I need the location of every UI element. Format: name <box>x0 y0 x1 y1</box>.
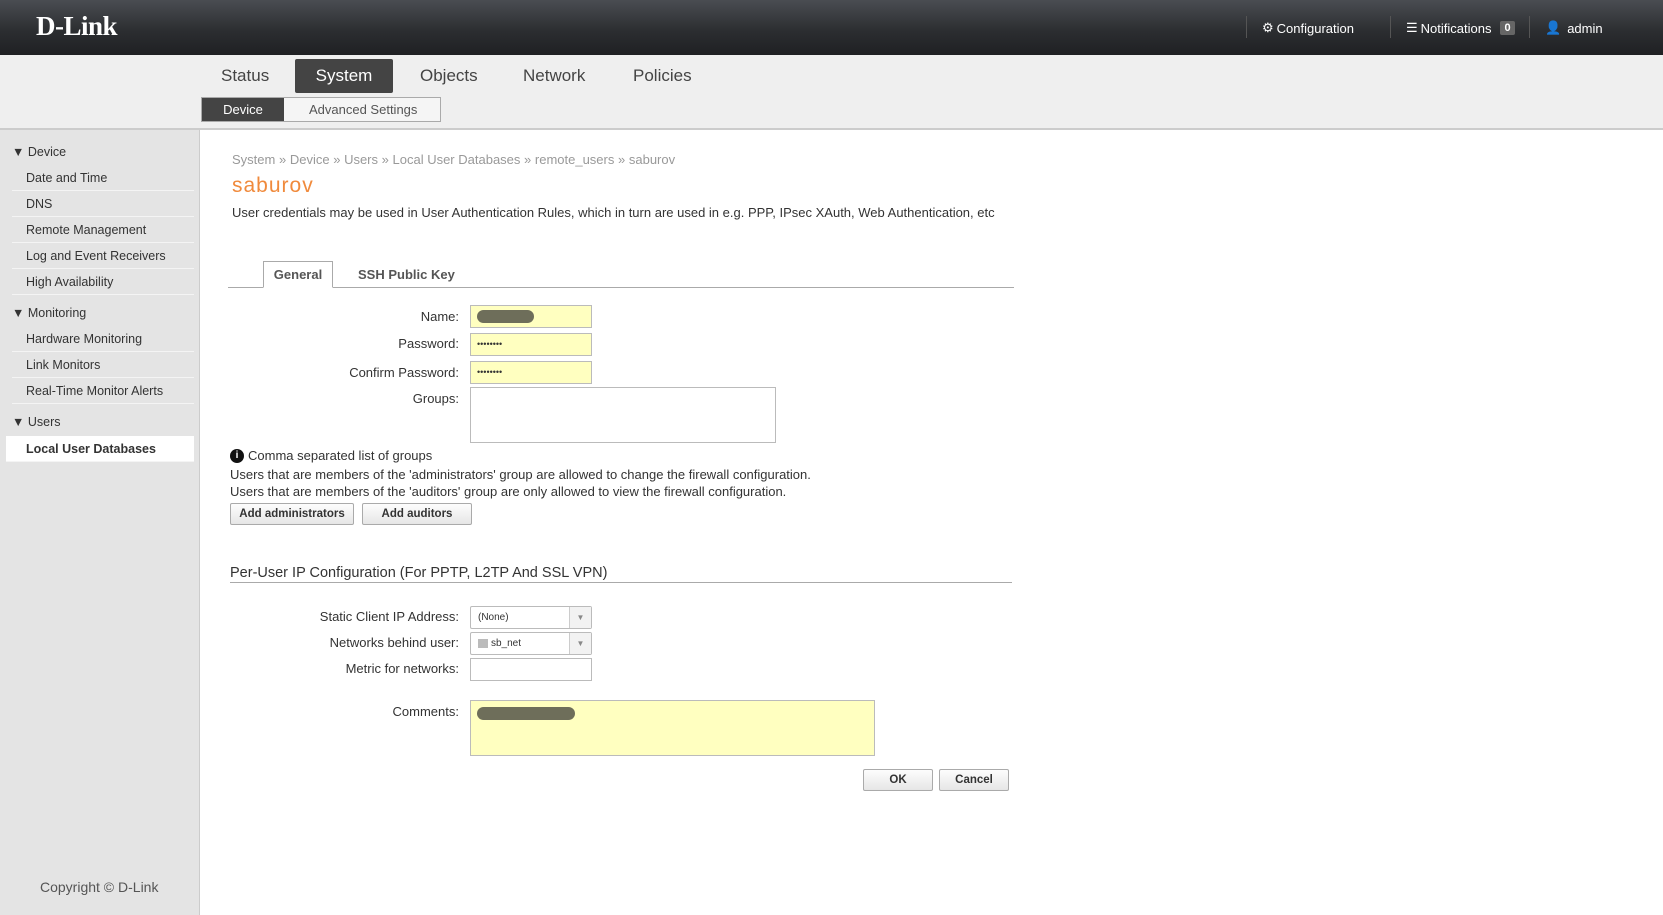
user-label: admin <box>1567 20 1603 36</box>
help-auditors: Users that are members of the 'auditors'… <box>230 484 787 499</box>
subtab-advanced-settings[interactable]: Advanced Settings <box>284 98 427 121</box>
password-label: Password: <box>398 336 459 351</box>
crumb-users[interactable]: Users <box>344 152 378 167</box>
page-description: User credentials may be used in User Aut… <box>232 205 995 220</box>
notifications-link[interactable]: ☰ Notifications 0 <box>1406 20 1515 36</box>
notification-count: 0 <box>1500 21 1515 35</box>
crumb-local-user-db[interactable]: Local User Databases <box>393 152 521 167</box>
sidebar-item-local-user-databases[interactable]: Local User Databases <box>6 436 194 462</box>
sidebar-item-log-receivers[interactable]: Log and Event Receivers <box>12 243 194 269</box>
networks-value: sb_net <box>491 638 522 649</box>
notifications-label: Notifications <box>1420 20 1492 36</box>
page-title: saburov <box>232 174 314 197</box>
tab-general[interactable]: General <box>263 261 333 288</box>
user-menu[interactable]: 👤 admin <box>1545 20 1603 36</box>
user-icon: 👤 <box>1545 20 1562 35</box>
add-auditors-button[interactable]: Add auditors <box>362 503 472 525</box>
info-text: Comma separated list of groups <box>248 448 433 463</box>
add-administrators-button[interactable]: Add administrators <box>230 503 354 525</box>
static-ip-value: (None) <box>478 612 509 623</box>
comments-textarea[interactable] <box>470 700 875 756</box>
network-object-icon <box>478 638 488 648</box>
dlink-logo: D-Link <box>36 11 118 41</box>
name-input[interactable] <box>470 305 592 328</box>
sidebar-item-monitor-alerts[interactable]: Real-Time Monitor Alerts <box>12 378 194 404</box>
configuration-link[interactable]: ⚙ Configuration <box>1262 20 1354 36</box>
section-heading: Per-User IP Configuration (For PPTP, L2T… <box>230 565 608 581</box>
sidebar-item-date-time[interactable]: Date and Time <box>12 165 194 191</box>
tab-status[interactable]: Status <box>201 59 289 93</box>
static-ip-label: Static Client IP Address: <box>319 609 459 624</box>
confirm-password-input[interactable]: •••••••• <box>470 361 592 384</box>
chevron-down-icon: ▼ <box>569 633 591 654</box>
sidebar-item-high-availability[interactable]: High Availability <box>12 269 194 295</box>
metric-input[interactable] <box>470 658 592 681</box>
sidebar-item-link-monitors[interactable]: Link Monitors <box>12 352 194 378</box>
tab-objects[interactable]: Objects <box>400 59 498 93</box>
redacted-comment <box>477 707 575 721</box>
groups-textarea[interactable] <box>470 387 776 443</box>
sidebar-item-hardware-monitoring[interactable]: Hardware Monitoring <box>12 326 194 352</box>
sub-tabs: Device Advanced Settings <box>201 97 441 122</box>
subtab-device[interactable]: Device <box>202 98 284 121</box>
crumb-saburov: saburov <box>628 152 676 167</box>
crumb-device[interactable]: Device <box>290 152 330 167</box>
metric-label: Metric for networks: <box>345 661 459 676</box>
sidebar-item-dns[interactable]: DNS <box>12 191 194 217</box>
help-administrators: Users that are members of the 'administr… <box>230 467 811 482</box>
breadcrumb: System » Device » Users » Local User Dat… <box>232 152 676 167</box>
list-icon: ☰ <box>1406 20 1418 35</box>
networks-select[interactable]: sb_net ▼ <box>470 632 592 655</box>
tab-system[interactable]: System <box>295 59 393 93</box>
static-ip-select[interactable]: (None) ▼ <box>470 606 592 629</box>
copyright: Copyright © D-Link <box>40 879 159 895</box>
confirm-password-label: Confirm Password: <box>349 365 459 380</box>
ok-button[interactable]: OK <box>863 769 933 791</box>
groups-info: i Comma separated list of groups <box>230 448 432 463</box>
gear-icon: ⚙ <box>1262 20 1274 35</box>
name-label: Name: <box>420 309 459 324</box>
sidebar-item-remote-management[interactable]: Remote Management <box>12 217 194 243</box>
networks-label: Networks behind user: <box>329 635 459 650</box>
sidebar-group-users[interactable]: ▼ Users <box>12 415 61 429</box>
password-input[interactable]: •••••••• <box>470 333 592 356</box>
crumb-system[interactable]: System <box>232 152 275 167</box>
tab-policies[interactable]: Policies <box>613 59 712 93</box>
groups-label: Groups: <box>412 391 459 406</box>
sidebar-group-monitoring[interactable]: ▼ Monitoring <box>12 306 86 320</box>
redacted-name <box>477 310 534 324</box>
top-header: D-Link ⚙ Configuration ☰ Notifications 0 👤 a… <box>0 0 1663 55</box>
chevron-down-icon: ▼ <box>569 607 591 628</box>
configuration-label: Configuration <box>1276 20 1354 36</box>
info-icon: i <box>230 448 244 463</box>
cancel-button[interactable]: Cancel <box>939 769 1009 791</box>
sidebar-group-device[interactable]: ▼ Device <box>12 145 66 159</box>
tab-ssh-public-key[interactable]: SSH Public Key <box>358 267 455 282</box>
comments-label: Comments: <box>392 704 459 719</box>
crumb-remote-users[interactable]: remote_users <box>535 152 614 167</box>
tab-network[interactable]: Network <box>503 59 605 93</box>
